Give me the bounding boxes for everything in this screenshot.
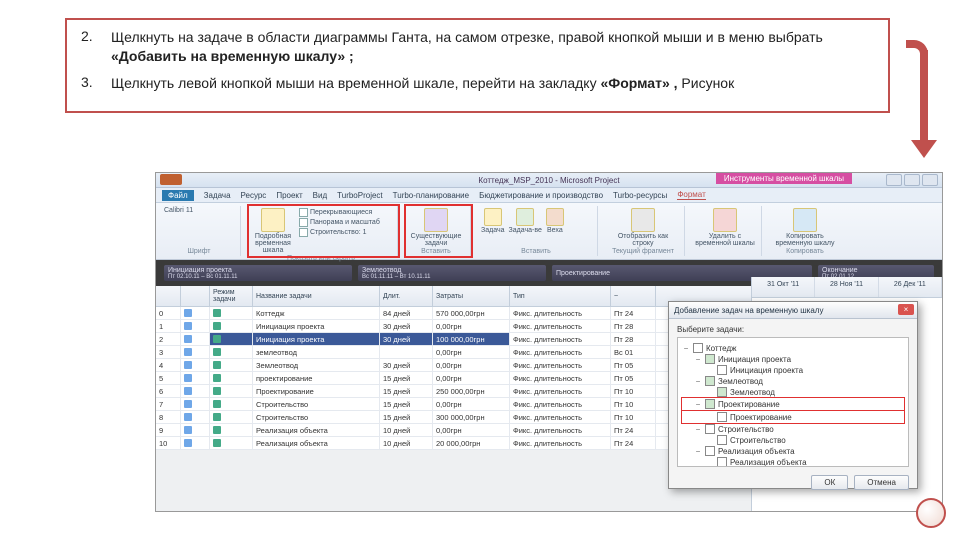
tab-view[interactable]: Вид <box>313 191 327 200</box>
tab-turbo-res[interactable]: Turbo-ресурсы <box>613 191 667 200</box>
tree-item[interactable]: −Строительство <box>682 424 904 434</box>
tree-item[interactable]: −Коттедж <box>682 343 904 353</box>
group-label: Шрифт <box>164 248 234 255</box>
gantt-date: 26 Дек '11 <box>879 277 942 297</box>
tab-turbo[interactable]: TurboProject <box>337 191 383 200</box>
font-size[interactable]: 11 <box>186 207 193 214</box>
group-label: Копировать <box>772 248 838 255</box>
instruction-text: Щелкнуть на задаче в области диаграммы Г… <box>111 28 874 66</box>
ribbon: Calibri11 Шрифт Подробная временная шкал… <box>156 203 942 260</box>
group-label: Вставить <box>481 248 591 255</box>
instruction-number: 2. <box>81 28 111 66</box>
add-tasks-dialog: Добавление задач на временную шкалу × Вы… <box>668 301 918 489</box>
instruction-plain: Рисунок <box>678 75 735 91</box>
tab-file[interactable]: Файл <box>162 190 194 201</box>
insert-callout-button[interactable]: Задача-ве <box>509 207 542 234</box>
ribbon-group-font: Calibri11 Шрифт <box>162 206 241 256</box>
app-screenshot: Коттедж_MSP_2010 - Microsoft Project Инс… <box>155 172 943 512</box>
tree-item[interactable]: Землеотвод <box>682 387 904 397</box>
col-type[interactable]: Тип <box>510 286 611 306</box>
page-badge <box>916 498 946 528</box>
instruction-text: Щелкнуть левой кнопкой мыши на временной… <box>111 74 734 93</box>
button-label: Удалить с временной шкалы <box>695 233 755 247</box>
tree-item[interactable]: Строительство <box>682 435 904 445</box>
contextual-tab-label: Инструменты временной шкалы <box>716 173 852 184</box>
maximize-button[interactable] <box>904 174 920 186</box>
button-label: Задача <box>481 227 505 234</box>
instruction-plain: Щелкнуть левой кнопкой мыши на временной… <box>111 75 600 91</box>
col-mode[interactable]: Режим задачи <box>210 286 253 306</box>
col-start[interactable]: ~ <box>611 286 656 306</box>
dialog-label: Выберите задачи: <box>677 325 909 334</box>
ribbon-group-copy[interactable]: Копировать временную шкалу Копировать <box>770 206 844 256</box>
button-label: Подробная временная шкала <box>255 233 291 254</box>
group-label: Текущий фрагмент <box>608 248 678 255</box>
tab-project[interactable]: Проект <box>276 191 302 200</box>
instruction-plain: Щелкнуть на задаче в области диаграммы Г… <box>111 29 823 45</box>
gantt-date: 31 Окт '11 <box>752 277 815 297</box>
minimize-button[interactable] <box>886 174 902 186</box>
insert-task-button[interactable]: Задача <box>481 207 505 234</box>
timeline-segment[interactable]: ЗемлеотводВс 01.11.11 – Вт 10.11.11 <box>358 265 546 281</box>
gantt-timescale: 31 Окт '11 28 Ноя '11 26 Дек '11 <box>752 277 942 298</box>
ribbon-group-remove[interactable]: Удалить с временной шкалы <box>693 206 762 256</box>
tree-item[interactable]: −Проектирование <box>682 398 904 410</box>
tree-item[interactable]: Проектирование <box>682 411 904 423</box>
gantt-date: 28 Ноя '11 <box>815 277 878 297</box>
button-label: Копировать временную шкалу <box>776 233 835 247</box>
instruction-box: 2. Щелкнуть на задаче в области диаграмм… <box>65 18 890 113</box>
ok-button[interactable]: ОК <box>811 475 848 490</box>
ribbon-group-show: Подробная временная шкала Перекрывающиес… <box>249 206 398 256</box>
detailed-timeline-button[interactable]: Подробная временная шкала <box>251 207 295 254</box>
col-name[interactable]: Название задачи <box>253 286 380 306</box>
ribbon-group-display[interactable]: Отобразить как строку Текущий фрагмент <box>606 206 685 256</box>
instruction-number: 3. <box>81 74 111 93</box>
button-label: Веха <box>547 227 563 234</box>
tree-item[interactable]: −Инициация проекта <box>682 354 904 364</box>
group-label: Показать или скрыть <box>251 255 391 262</box>
col-cost[interactable]: Затраты <box>433 286 510 306</box>
checkbox-label[interactable]: Перекрывающиеся <box>310 209 372 216</box>
tab-budget[interactable]: Бюджетирование и производство <box>479 191 603 200</box>
instruction-bold: «Добавить на временную шкалу» ; <box>111 48 354 64</box>
tree-item[interactable]: Инициация проекта <box>682 365 904 375</box>
dialog-close-button[interactable]: × <box>898 304 914 315</box>
tab-task[interactable]: Задача <box>204 191 231 200</box>
button-label: Отобразить как строку <box>618 233 668 247</box>
window-buttons <box>886 174 938 186</box>
tab-turbo-plan[interactable]: Turbo-планирование <box>393 191 469 200</box>
font-name[interactable]: Calibri <box>164 207 184 214</box>
tree-item[interactable]: −Землеотвод <box>682 376 904 386</box>
checkbox-label[interactable]: Панорама и масштаб <box>310 219 380 226</box>
ribbon-tabs: Файл Задача Ресурс Проект Вид TurboProje… <box>156 188 942 203</box>
col-duration[interactable]: Длит. <box>380 286 433 306</box>
ribbon-group-insert: Задача Задача-ве Веха Вставить <box>479 206 598 256</box>
group-label: Вставить <box>408 248 464 255</box>
tab-format[interactable]: Формат <box>677 190 705 200</box>
instruction-bold: «Формат» , <box>600 75 677 91</box>
cancel-button[interactable]: Отмена <box>854 475 909 490</box>
close-button[interactable] <box>922 174 938 186</box>
callout-arrow <box>888 40 938 160</box>
insert-milestone-button[interactable]: Веха <box>546 207 564 234</box>
task-tree[interactable]: −Коттедж−Инициация проектаИнициация прое… <box>677 337 909 467</box>
button-label: Задача-ве <box>509 227 542 234</box>
project-icon <box>160 174 182 185</box>
button-label: Существующие задачи <box>411 233 462 247</box>
dialog-title-bar: Добавление задач на временную шкалу × <box>669 302 917 319</box>
dialog-title: Добавление задач на временную шкалу <box>674 306 823 315</box>
ribbon-group-existing[interactable]: Существующие задачи Вставить <box>406 206 471 256</box>
tree-item[interactable]: −Реализация объекта <box>682 446 904 456</box>
tab-resource[interactable]: Ресурс <box>241 191 267 200</box>
window-title: Коттедж_MSP_2010 - Microsoft Project <box>478 176 619 185</box>
checkbox-label[interactable]: Строительство: 1 <box>310 229 367 236</box>
title-bar: Коттедж_MSP_2010 - Microsoft Project Инс… <box>156 173 942 188</box>
timeline-segment[interactable]: Инициация проектаПт 02.10.11 – Вс 01.11.… <box>164 265 352 281</box>
tree-item[interactable]: Реализация объекта <box>682 457 904 467</box>
